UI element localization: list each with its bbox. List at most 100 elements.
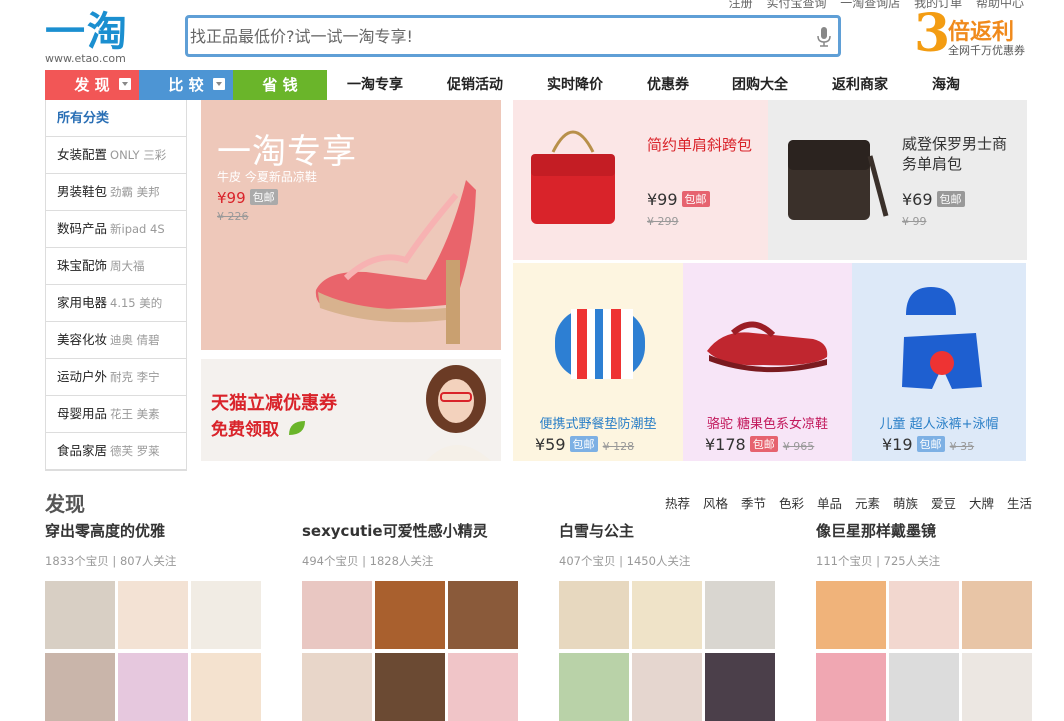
nav-discover-button[interactable]: 发 现 [45,70,139,100]
discover-tag[interactable]: 热荐 [665,496,690,511]
thumbnail[interactable] [889,653,959,721]
thumbnail[interactable] [816,581,886,649]
sidebar-item[interactable]: 母婴用品 花王 美素 [46,396,186,433]
sidebar-item-sub[interactable]: 迪奥 倩碧 [110,333,160,347]
nav-save-button[interactable]: 省 钱 [233,70,327,100]
product-card[interactable]: 儿童 超人泳裤+泳帽 ¥19 包邮 ¥ 35 [852,263,1026,461]
thumbnail[interactable] [191,653,261,721]
microphone-icon[interactable] [816,26,832,48]
product-card[interactable]: 骆驼 糖果色系女凉鞋 ¥178 包邮 ¥ 965 [683,263,852,461]
thumbnail[interactable] [375,581,445,649]
nav-item-group-buy[interactable]: 团购大全 [732,70,788,100]
thumbnail[interactable] [559,581,629,649]
rebate-banner[interactable]: 3 倍返利 全网千万优惠券 [914,6,1044,62]
thumbnail[interactable] [118,653,188,721]
sidebar-item-label: 家用电器 [57,295,108,310]
thumbnail[interactable] [705,581,775,649]
discover-tag[interactable]: 色彩 [779,496,804,511]
tmall-coupon-banner[interactable]: 天猫立减优惠券 免费领取 [201,359,501,461]
product-card[interactable]: 简约单肩斜跨包 ¥99 包邮 ¥ 299 [513,100,768,260]
thumbnail[interactable] [962,581,1032,649]
sidebar-item[interactable]: 数码产品 新ipad 4S [46,211,186,248]
collection-title[interactable]: 穿出零高度的优雅 [45,520,285,541]
collection-card[interactable]: 白雪与公主 407个宝贝 | 1450人关注 [559,520,799,721]
thumbnail[interactable] [448,653,518,721]
thumbnail[interactable] [191,581,261,649]
sidebar-item-label: 食品家居 [57,443,108,458]
discover-tag[interactable]: 季节 [741,496,766,511]
red-bag-image [531,130,615,224]
exclusive-hero-banner[interactable]: 一淘专享 牛皮 今夏新品凉鞋 ¥99 包邮 ¥ 226 [201,100,501,350]
chevron-down-icon[interactable] [119,78,131,90]
thumbnail[interactable] [559,653,629,721]
sidebar-item[interactable]: 女装配置 ONLY 三彩 [46,137,186,174]
free-shipping-badge: 包邮 [249,189,278,205]
sidebar-item[interactable]: 男装鞋包 劲霸 美邦 [46,174,186,211]
thumbnail[interactable] [705,653,775,721]
sidebar-item-sub[interactable]: 新ipad 4S [110,222,165,236]
tmall-title: 天猫立减优惠券 [211,393,337,414]
collection-card[interactable]: 像巨星那样戴墨镜 111个宝贝 | 725人关注 [816,520,1056,721]
thumbnail[interactable] [375,653,445,721]
collection-title[interactable]: sexycutie可爱性感小精灵 [302,520,542,541]
nav-compare-button[interactable]: 比 较 [139,70,233,100]
thumbnail[interactable] [632,581,702,649]
nav-item-promotions[interactable]: 促销活动 [447,70,503,100]
sidebar-heading[interactable]: 所有分类 [46,100,186,137]
thumbnail[interactable] [302,581,372,649]
chevron-down-icon[interactable] [213,78,225,90]
product-card[interactable]: 便携式野餐垫防潮垫 ¥59 包邮 ¥ 128 [513,263,683,461]
product-price-row: ¥99 包邮 [647,190,710,209]
collection-card[interactable]: 穿出零高度的优雅 1833个宝贝 | 807人关注 [45,520,285,721]
nav-item-rebate-merchants[interactable]: 返利商家 [832,70,888,100]
sidebar-item-sub[interactable]: 德芙 罗莱 [110,444,160,458]
thumbnail[interactable] [118,581,188,649]
product-price: ¥178 [705,435,746,454]
top-link[interactable]: 注册 [729,0,753,10]
discover-tag[interactable]: 单品 [817,496,842,511]
top-link[interactable]: 一淘查询店 [840,0,900,10]
thumbnail[interactable] [448,581,518,649]
hero-price-row: ¥99 包邮 [217,188,278,207]
sidebar-item-sub[interactable]: 4.15 美的 [110,296,162,310]
sidebar-item-sub[interactable]: 周大福 [110,259,145,273]
sidebar-item[interactable]: 珠宝配饰 周大福 [46,248,186,285]
discover-tag[interactable]: 生活 [1007,496,1032,511]
discover-tag[interactable]: 爱豆 [931,496,956,511]
product-card[interactable]: 威登保罗男士商务单肩包 ¥69 包邮 ¥ 99 [768,100,1027,260]
thumbnail[interactable] [45,653,115,721]
nav-item-exclusive[interactable]: 一淘专享 [347,70,403,100]
thumbnail[interactable] [889,581,959,649]
discover-tag[interactable]: 元素 [855,496,880,511]
thumbnail[interactable] [302,653,372,721]
sidebar-item-sub[interactable]: 耐克 李宁 [110,370,160,384]
collection-title[interactable]: 像巨星那样戴墨镜 [816,520,1056,541]
nav-item-coupons[interactable]: 优惠券 [647,70,689,100]
discover-tag[interactable]: 大牌 [969,496,994,511]
sidebar-item[interactable]: 运动户外 耐克 李宁 [46,359,186,396]
sidebar-item-sub[interactable]: 花王 美素 [110,407,160,421]
nav-item-haitao[interactable]: 海淘 [932,70,960,100]
product-price: ¥99 [647,190,678,209]
thumbnail[interactable] [45,581,115,649]
thumbnail[interactable] [962,653,1032,721]
site-logo[interactable]: 一淘 www.etao.com [45,10,145,66]
product-title: 儿童 超人泳裤+泳帽 [879,417,999,432]
sidebar-item[interactable]: 家用电器 4.15 美的 [46,285,186,322]
thumbnail[interactable] [816,653,886,721]
sidebar-item[interactable]: 食品家居 德芙 罗莱 [46,433,186,470]
collection-card[interactable]: sexycutie可爱性感小精灵 494个宝贝 | 1828人关注 [302,520,542,721]
top-link[interactable]: 实付宝查询 [766,0,826,10]
discover-tag[interactable]: 风格 [703,496,728,511]
sidebar-item-sub[interactable]: ONLY 三彩 [110,148,166,162]
search-input[interactable] [188,18,788,54]
thumbnail[interactable] [632,653,702,721]
sidebar-item[interactable]: 美容化妆 迪奥 倩碧 [46,322,186,359]
sidebar-item-sub[interactable]: 劲霸 美邦 [110,185,160,199]
top-link[interactable]: 帮助中心 [976,0,1024,10]
collection-meta: 494个宝贝 | 1828人关注 [302,554,434,568]
kids-swimwear-image [902,287,982,389]
nav-item-price-drops[interactable]: 实时降价 [547,70,603,100]
collection-title[interactable]: 白雪与公主 [559,520,799,541]
discover-tag[interactable]: 萌族 [893,496,918,511]
